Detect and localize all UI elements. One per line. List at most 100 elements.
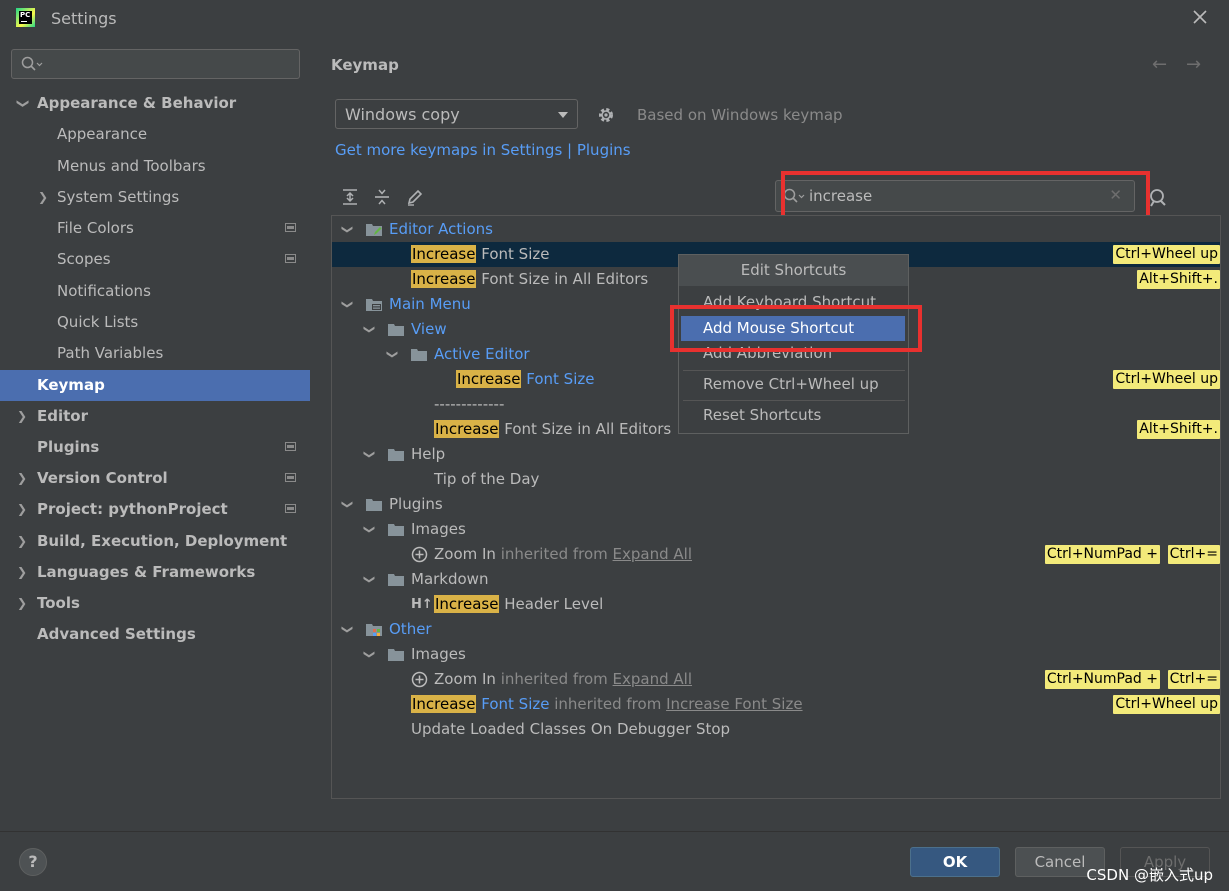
tree-row-tip-of-day[interactable]: Tip of the Day (332, 467, 1220, 492)
sidebar-item-version-control[interactable]: ❯ Version Control (0, 463, 310, 494)
project-level-icon (285, 254, 296, 263)
sidebar-item-project[interactable]: ❯ Project: pythonProject (0, 494, 310, 525)
sidebar-item-label: Quick Lists (57, 313, 139, 331)
tree-label: Font Size in All Editors (499, 420, 672, 438)
tree-label: Images (411, 520, 466, 538)
inherited-label: inherited from (495, 670, 613, 688)
settings-search-input[interactable] (11, 49, 300, 79)
find-by-shortcut-icon[interactable] (1148, 188, 1168, 208)
tree-label: Zoom In (434, 670, 496, 688)
chevron-right-icon: ❯ (17, 409, 28, 423)
sidebar-item-appearance-behavior[interactable]: ❯ Appearance & Behavior (0, 88, 310, 119)
tree-row-help[interactable]: ❯ Help (332, 442, 1220, 467)
ok-button[interactable]: OK (910, 847, 1000, 877)
sidebar-item-label: Project: pythonProject (37, 500, 228, 518)
chevron-down-icon: ❯ (386, 349, 400, 360)
tree-label: Header Level (499, 595, 604, 613)
tree-row-increase-header-level[interactable]: H↑ Increase Header Level (332, 592, 1220, 617)
chevron-down-icon (558, 112, 568, 118)
tree-row-plugins[interactable]: ❯ Plugins (332, 492, 1220, 517)
menu-item-reset-shortcuts[interactable]: Reset Shortcuts (681, 403, 905, 428)
tree-row-other[interactable]: ❯ Other (332, 617, 1220, 642)
sidebar-item-label: Tools (37, 594, 80, 612)
sidebar-item-path-variables[interactable]: Path Variables (0, 338, 310, 369)
keymap-select[interactable]: Windows copy (335, 99, 578, 129)
tree-row-update-loaded-classes[interactable]: Update Loaded Classes On Debugger Stop (332, 717, 1220, 742)
sidebar-item-editor[interactable]: ❯ Editor (0, 401, 310, 432)
dialog-footer: ? OK Cancel Apply CSDN @嵌入式up (0, 831, 1229, 891)
tree-label: Editor Actions (389, 220, 493, 238)
tree-row-zoom-in[interactable]: Zoom In inherited from Expand All Ctrl+N… (332, 542, 1220, 567)
expand-all-icon[interactable] (341, 188, 359, 206)
settings-sidebar: ❯ Appearance & Behavior Appearance Menus… (0, 36, 310, 831)
main-menu-folder-icon (366, 299, 382, 311)
shortcut-badge: Ctrl+= (1167, 670, 1220, 689)
chevron-down-icon: ❯ (341, 224, 355, 235)
tree-label: Plugins (389, 495, 443, 513)
annotation-highlight (670, 305, 922, 352)
tree-label: Markdown (411, 570, 489, 588)
separator-label: ------------- (434, 395, 505, 413)
chevron-down-icon: ❯ (363, 324, 377, 335)
watermark: CSDN @嵌入式up (1086, 866, 1213, 884)
sidebar-item-appearance[interactable]: Appearance (0, 119, 310, 150)
folder-icon (411, 349, 427, 361)
tree-row-markdown[interactable]: ❯ Markdown (332, 567, 1220, 592)
page-title: Keymap (331, 56, 399, 74)
edit-pencil-icon[interactable] (406, 188, 424, 206)
more-keymaps-link[interactable]: Get more keymaps in Settings | Plugins (335, 141, 631, 159)
match-highlight: Increase (434, 420, 500, 438)
tree-row-images-2[interactable]: ❯ Images (332, 642, 1220, 667)
shortcut-badge: Ctrl+NumPad + (1044, 545, 1160, 564)
folder-icon (388, 649, 404, 661)
tree-row-increase-font-size-3[interactable]: Increase Font Size inherited from Increa… (332, 692, 1220, 717)
back-arrow-icon[interactable]: ← (1152, 54, 1167, 75)
menu-separator (683, 370, 905, 371)
match-highlight: Increase (411, 245, 477, 263)
based-on-label: Based on Windows keymap (637, 106, 843, 124)
sidebar-item-label: Editor (37, 407, 88, 425)
inherited-link[interactable]: Expand All (613, 545, 692, 563)
forward-arrow-icon[interactable]: → (1186, 54, 1201, 75)
tree-row-zoom-in-2[interactable]: Zoom In inherited from Expand All Ctrl+N… (332, 667, 1220, 692)
sidebar-item-scopes[interactable]: Scopes (0, 244, 310, 275)
tree-row-images[interactable]: ❯ Images (332, 517, 1220, 542)
search-icon (21, 56, 43, 71)
sidebar-item-notifications[interactable]: Notifications (0, 276, 310, 307)
sidebar-item-keymap[interactable]: Keymap (0, 370, 310, 401)
sidebar-item-advanced-settings[interactable]: Advanced Settings (0, 619, 310, 650)
sidebar-item-file-colors[interactable]: File Colors (0, 213, 310, 244)
annotation-highlight (781, 171, 1150, 220)
shortcut-badge: Ctrl+NumPad + (1044, 670, 1160, 689)
sidebar-item-quick-lists[interactable]: Quick Lists (0, 307, 310, 338)
collapse-all-icon[interactable] (373, 188, 391, 206)
inherited-link[interactable]: Increase Font Size (666, 695, 802, 713)
sidebar-item-languages-frameworks[interactable]: ❯ Languages & Frameworks (0, 557, 310, 588)
project-level-icon (285, 504, 296, 513)
gear-icon[interactable] (597, 106, 615, 124)
shortcut-badge: Ctrl+Wheel up (1113, 370, 1220, 389)
sidebar-item-build-execution[interactable]: ❯ Build, Execution, Deployment (0, 526, 310, 557)
project-level-icon (285, 473, 296, 482)
tree-label: Main Menu (389, 295, 471, 313)
folder-icon (366, 499, 382, 511)
folder-icon (388, 524, 404, 536)
sidebar-item-label: Advanced Settings (37, 625, 196, 643)
folder-icon (388, 449, 404, 461)
sidebar-item-tools[interactable]: ❯ Tools (0, 588, 310, 619)
sidebar-item-menus-toolbars[interactable]: Menus and Toolbars (0, 151, 310, 182)
chevron-down-icon: ❯ (341, 499, 355, 510)
keymap-select-value: Windows copy (345, 105, 460, 124)
tree-row-editor-actions[interactable]: ❯ Editor Actions (332, 217, 1220, 242)
help-button[interactable]: ? (19, 848, 47, 876)
sidebar-item-label: Scopes (57, 250, 111, 268)
sidebar-item-plugins[interactable]: Plugins (0, 432, 310, 463)
chevron-right-icon: ❯ (17, 502, 28, 516)
close-icon[interactable] (1191, 8, 1209, 26)
sidebar-item-system-settings[interactable]: ❯ System Settings (0, 182, 310, 213)
chevron-down-icon: ❯ (16, 98, 31, 109)
sidebar-item-label: Version Control (37, 469, 168, 487)
menu-item-remove-shortcut[interactable]: Remove Ctrl+Wheel up (681, 372, 905, 397)
match-highlight: Increase (434, 595, 500, 613)
inherited-link[interactable]: Expand All (613, 670, 692, 688)
